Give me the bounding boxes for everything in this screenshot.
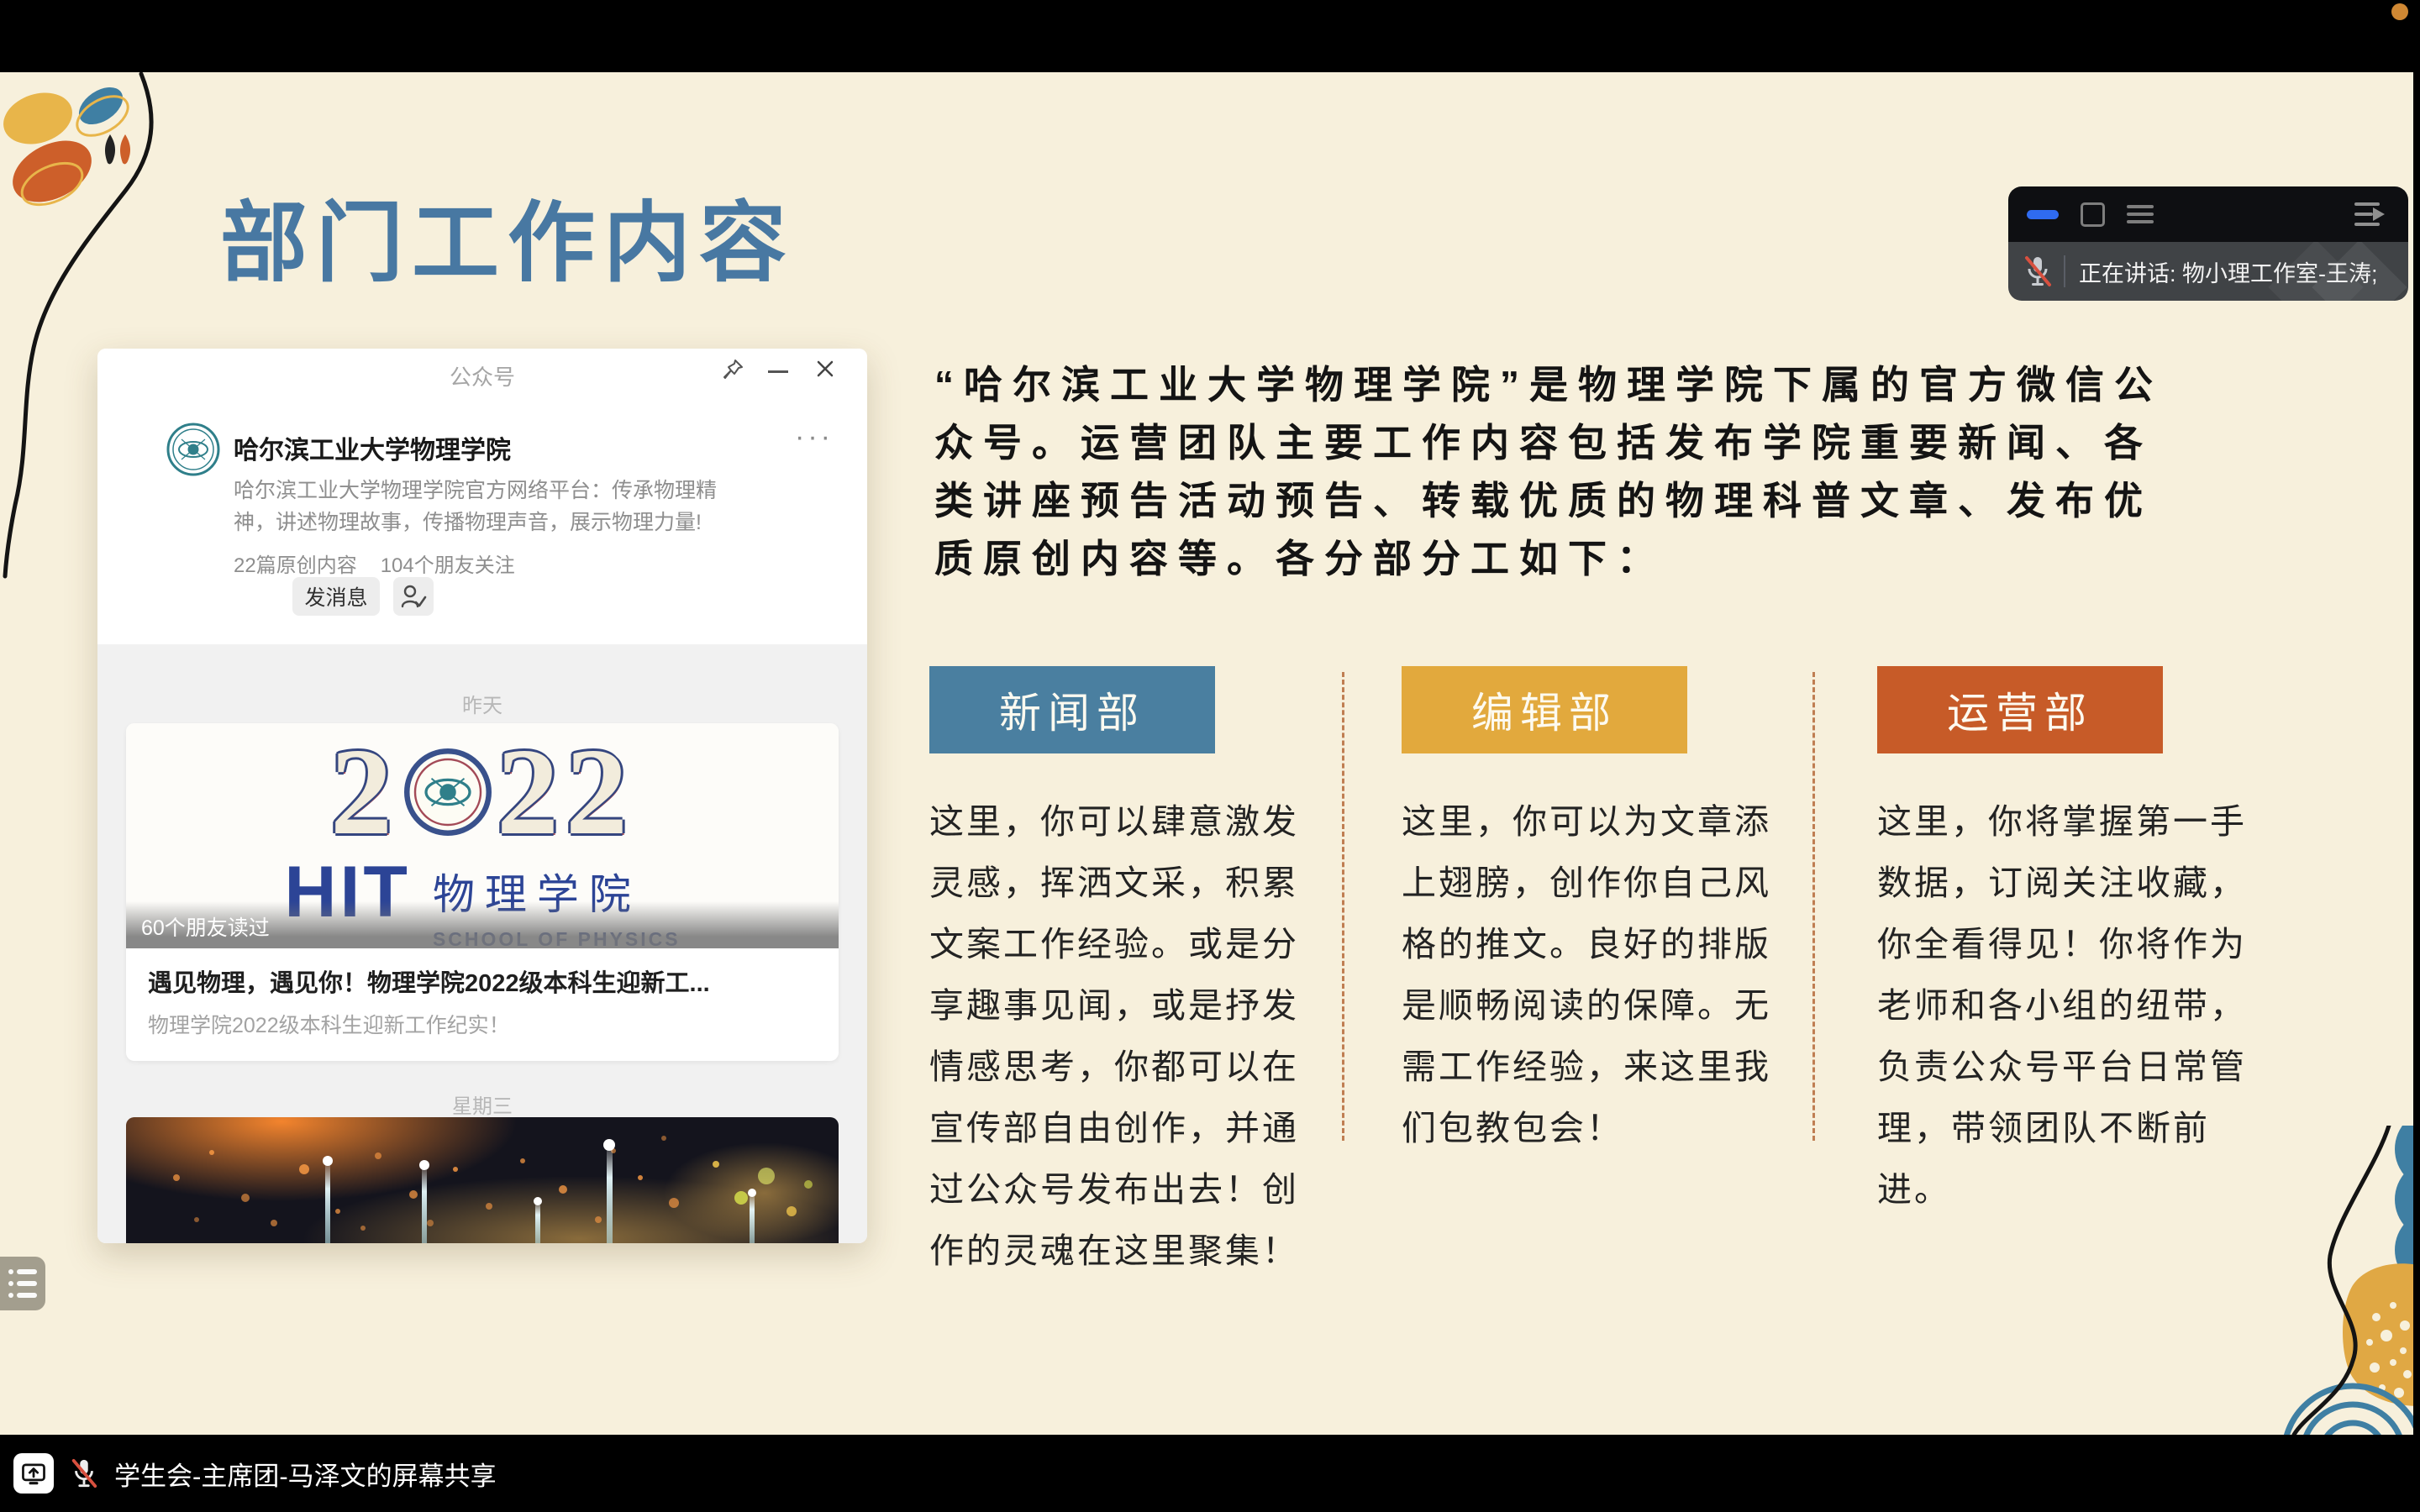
dept-desc-news: 这里，你可以肆意激发灵感，挥洒文采，积累文案工作经验。或是分享趣事见闻，或是抒发… (929, 791, 1314, 1282)
hit-physics-logo-icon (404, 748, 492, 836)
stat-followers: 104个朋友关注 (381, 554, 515, 577)
dashed-divider (1342, 672, 1344, 1141)
divider (2064, 255, 2065, 287)
friends-read-badge: 60个朋友读过 (126, 901, 839, 948)
send-message-button[interactable]: 发消息 (292, 577, 380, 616)
restore-window-icon[interactable] (2081, 202, 2105, 227)
article-image-particles[interactable] (126, 1117, 839, 1243)
speaking-banner: 正在讲话: 物小理工作室-王涛; (2008, 242, 2408, 301)
dept-box-news: 新闻部 (929, 666, 1215, 753)
followed-button[interactable] (393, 577, 434, 616)
screen: { "colors": { "slide_background": "#f7f0… (0, 0, 2420, 1512)
more-button[interactable]: ··· (795, 421, 834, 454)
mic-muted-icon (2022, 254, 2054, 289)
mic-muted-icon (69, 1456, 99, 1491)
dept-desc-edit: 这里，你可以为文章添上翅膀，创作你自己风格的推文。良好的排版是顺畅阅读的保障。无… (1402, 791, 1786, 1159)
slide-list-toggle-button[interactable] (0, 1257, 45, 1310)
list-icon (6, 1263, 39, 1304)
minimize-icon[interactable] (768, 370, 788, 373)
account-description: 哈尔滨工业大学物理学院官方网络平台：传承物理精神，讲述物理故事，传播物理声音，展… (234, 475, 729, 538)
close-icon[interactable] (815, 359, 835, 379)
dashed-divider (1812, 672, 1815, 1141)
decorative-shapes-bottom-right (2269, 1126, 2413, 1435)
year-digit: 2 (330, 725, 399, 859)
menu-list-icon[interactable] (2127, 205, 2154, 223)
minimize-pill-icon[interactable] (2027, 210, 2059, 219)
share-status-text: 学生会-主席团-马泽文的屏幕共享 (114, 1455, 497, 1493)
wechat-account-window: 公众号 哈尔滨工业大学物理学院 ··· 哈尔滨工业大学物理学院官方网络平台：传承… (97, 349, 867, 1243)
page-title: 部门工作内容 (220, 171, 795, 298)
intro-paragraph: “哈尔滨工业大学物理学院”是物理学院下属的官方微信公众号。运营团队主要工作内容包… (934, 356, 2171, 588)
wechat-window-title: 公众号 (97, 360, 867, 391)
screen-share-bar: 学生会-主席团-马泽文的屏幕共享 (0, 1435, 2420, 1512)
particle-wave-image (126, 1117, 839, 1243)
day-label-wednesday: 星期三 (97, 1089, 867, 1119)
meeting-overlay-toolbar (2008, 186, 2408, 242)
year-digits: 22 (497, 725, 634, 859)
dept-box-edit: 编辑部 (1402, 666, 1687, 753)
article-subtitle: 物理学院2022级本科生迎新工作纪实！ (148, 1009, 820, 1039)
account-name: 哈尔滨工业大学物理学院 (234, 429, 511, 466)
dept-box-ops: 运营部 (1877, 666, 2163, 753)
article-title: 遇见物理，遇见你！物理学院2022级本科生迎新工... (148, 963, 820, 999)
monitor-arrow-icon (18, 1458, 49, 1488)
day-label-yesterday: 昨天 (97, 689, 867, 718)
speaking-text: 正在讲话: 物小理工作室-王涛; (2079, 255, 2378, 288)
recording-indicator-dot (2391, 3, 2408, 20)
dept-desc-ops: 这里，你将掌握第一手数据，订阅关注收藏，你全看得见！你将作为老师和各小组的纽带，… (1877, 791, 2262, 1221)
cover-year: 2 22 (126, 725, 839, 859)
account-avatar (166, 423, 220, 476)
meeting-overlay: 正在讲话: 物小理工作室-王涛; (2008, 186, 2408, 301)
screen-share-icon (13, 1453, 54, 1494)
person-check-icon (400, 584, 427, 609)
collapse-panel-icon[interactable] (2353, 199, 2390, 229)
account-stats: 22篇原创内容 104个朋友关注 (234, 549, 539, 578)
stat-original: 22篇原创内容 (234, 554, 357, 577)
article-card[interactable]: 2 22 HIT 物理学院 SCHOOL OF PHYSICS (126, 723, 839, 1061)
pin-icon[interactable] (723, 359, 744, 382)
